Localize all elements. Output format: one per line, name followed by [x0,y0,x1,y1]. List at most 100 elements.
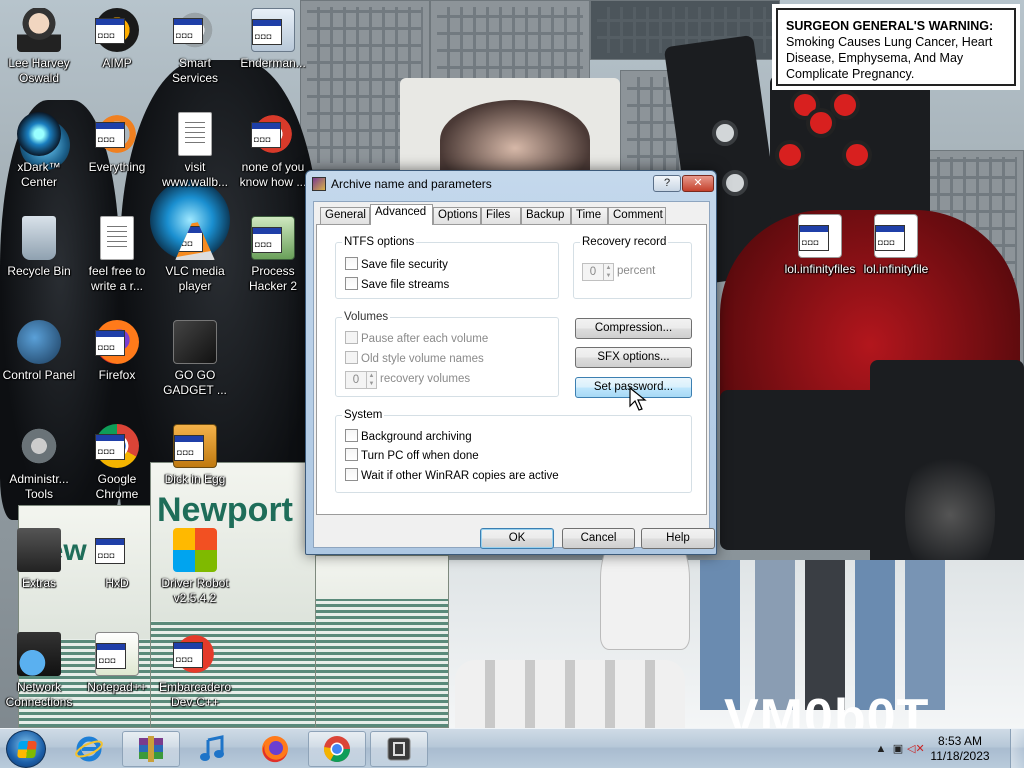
application-icon [874,214,918,258]
desktop-icon-feel-free[interactable]: feel free to write a r... [78,214,156,318]
dialog-title: Archive name and parameters [331,177,492,191]
admin-tools-gear-icon [17,424,61,468]
network-icon [17,632,61,676]
mouse-cursor-icon [629,386,647,411]
stepper-arrows-icon: ▲ ▼ [366,372,376,388]
cancel-button[interactable]: Cancel [562,528,635,549]
desktop-icon-notepad-plus-plus[interactable]: Notepad++ [78,630,156,734]
tab-options[interactable]: Options [433,207,481,224]
taskbar-app[interactable] [370,731,428,767]
ok-button[interactable]: OK [480,528,554,549]
compression-button[interactable]: Compression... [575,318,692,339]
taskbar-winrar[interactable] [122,731,180,767]
desktop-icon-lol-infinityfiles[interactable]: lol.infinityfiles [781,212,859,316]
everything-search-icon [95,112,139,156]
document-icon [100,216,134,260]
tab-general[interactable]: General [320,207,370,224]
dialog-titlebar[interactable]: Archive name and parameters ? ✕ [306,171,716,197]
tab-comment[interactable]: Comment [608,207,666,224]
firefox-icon [262,736,288,763]
titlebar-help-button[interactable]: ? [653,175,681,192]
internet-explorer-icon [75,736,103,762]
help-button[interactable]: Help [641,528,715,549]
desktop-icon-everything[interactable]: Everything [78,110,156,214]
tab-backup[interactable]: Backup [521,207,571,224]
recovery-volumes-stepper[interactable]: 0 ▲ ▼ recovery volumes [345,371,470,389]
services-gear-icon [173,8,217,52]
taskbar-internet-explorer[interactable] [60,731,118,767]
egg-app-icon [173,424,217,468]
person-icon [17,8,61,52]
desktop-icon-driver-robot[interactable]: Driver Robot v2.5.4.2 [156,526,234,630]
network-status-icon[interactable]: ▣ [891,742,905,756]
pause-after-volume-checkbox[interactable]: Pause after each volume [345,331,488,347]
desktop-icon-recycle-bin[interactable]: Recycle Bin [0,214,78,318]
desktop-icon-firefox[interactable]: Firefox [78,318,156,422]
tab-time[interactable]: Time [571,207,608,224]
system-title: System [342,408,385,422]
volumes-title: Volumes [342,310,391,324]
archive-parameters-dialog: Archive name and parameters ? ✕ General … [305,170,717,555]
desktop-icon-none-of-you[interactable]: none of you know how ... [234,110,312,214]
ntfs-options-group: NTFS options Save file security Save fil… [335,235,559,299]
surgeon-general-warning: SURGEON GENERAL'S WARNING: Smoking Cause… [772,4,1020,90]
desktop-icon-extras[interactable]: Extras [0,526,78,630]
desktop-icon-dick-in-egg[interactable]: Dick in Egg [156,422,234,526]
show-hidden-icons-icon[interactable]: ▲ [874,742,888,756]
aimp-icon [95,8,139,52]
desktop-icon-control-panel[interactable]: Control Panel [0,318,78,422]
clock-date[interactable]: 11/18/2023 [920,749,1000,763]
wait-other-winrar-checkbox[interactable]: Wait if other WinRAR copies are active [345,468,559,484]
application-icon [798,214,842,258]
hxd-icon [95,528,139,572]
old-style-volume-names-checkbox[interactable]: Old style volume names [345,351,484,367]
notepad-plus-plus-icon [95,632,139,676]
dev-cpp-icon [173,632,217,676]
desktop-icon-vlc[interactable]: VLC media player [156,214,234,318]
show-desktop-button[interactable] [1010,729,1024,768]
desktop-icon-aimp[interactable]: AIMP [78,6,156,110]
desktop-icon-embarcadero-dev-cpp[interactable]: Embarcadero Dev-C++ [156,630,234,734]
folder-icon [17,528,61,572]
desktop-icon-hxd[interactable]: HxD [78,526,156,630]
desktop-icon-visit-wallb[interactable]: visit www.wallb... [156,110,234,214]
desktop-icon-xdark-center[interactable]: xDark™ Center [0,110,78,214]
save-file-security-checkbox[interactable]: Save file security [345,257,448,273]
taskbar-chrome[interactable] [308,731,366,767]
volumes-group: Volumes Pause after each volume Old styl… [335,310,559,397]
desktop-icon-enderman[interactable]: Enderman... [234,6,312,110]
volume-muted-icon[interactable]: ◁✕ [907,742,925,756]
chrome-icon [323,736,351,763]
tab-files[interactable]: Files [481,207,521,224]
close-button[interactable]: ✕ [682,175,714,192]
save-file-streams-checkbox[interactable]: Save file streams [345,277,449,293]
desktop-icon-lee-harvey-oswald[interactable]: Lee Harvey Oswald [0,6,78,110]
system-group: System Background archiving Turn PC off … [335,408,692,493]
sfx-options-button[interactable]: SFX options... [575,347,692,368]
turn-pc-off-checkbox[interactable]: Turn PC off when done [345,448,479,464]
ntfs-options-title: NTFS options [342,235,417,249]
application-icon [251,8,295,52]
recycle-bin-icon [22,216,56,260]
desktop-icon-network-connections[interactable]: Network Connections [0,630,78,734]
taskbar-firefox[interactable] [246,731,304,767]
xdark-orb-icon [17,112,61,156]
windows-shield-icon [173,528,217,572]
dialog-client-area: General Advanced Options Files Backup Ti… [313,201,715,549]
desktop-icon-process-hacker[interactable]: Process Hacker 2 [234,214,312,318]
start-button[interactable] [6,730,46,768]
desktop-icon-lol-infinityfile[interactable]: lol.infinityfile [857,212,935,316]
music-player-icon [200,735,224,761]
tab-advanced[interactable]: Advanced [370,204,433,225]
recovery-record-stepper[interactable]: 0 ▲ ▼ percent [582,263,655,281]
desktop-icon-smart-services[interactable]: Smart Services [156,6,234,110]
desktop-icon-administrative-tools[interactable]: Administr... Tools [0,422,78,526]
taskbar-music-player[interactable] [184,731,242,767]
desktop-icon-go-go-gadget[interactable]: GO GO GADGET ... [156,318,234,422]
system-tray: ▲ ▣ ◁✕ 8:53 AM 11/18/2023 [874,729,1024,768]
chrome-icon [95,424,139,468]
clock-time[interactable]: 8:53 AM [920,734,1000,748]
recovery-record-group: Recovery record 0 ▲ ▼ percent [573,235,692,299]
background-archiving-checkbox[interactable]: Background archiving [345,429,472,445]
desktop-icon-google-chrome[interactable]: Google Chrome [78,422,156,526]
